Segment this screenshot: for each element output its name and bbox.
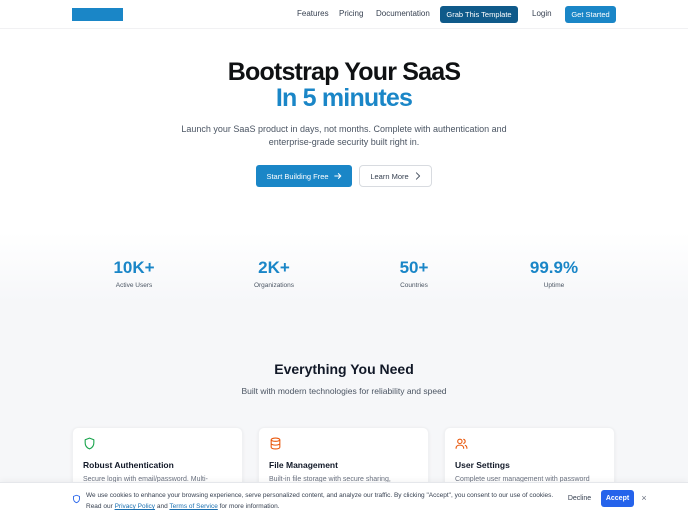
- nav-link-pricing[interactable]: Pricing: [339, 9, 363, 18]
- stat-uptime: 99.9% Uptime: [494, 258, 614, 289]
- start-building-button[interactable]: Start Building Free: [256, 165, 352, 187]
- feature-card-title: User Settings: [455, 460, 510, 470]
- get-started-button[interactable]: Get Started: [565, 6, 616, 23]
- hero-title: Bootstrap Your SaaS: [227, 58, 461, 86]
- cookie-and: and: [156, 503, 168, 510]
- features-title: Everything You Need: [274, 361, 414, 377]
- stat-organizations: 2K+ Organizations: [214, 258, 334, 289]
- nav-link-features[interactable]: Features: [297, 9, 329, 18]
- stat-label: Countries: [400, 282, 428, 289]
- shield-icon: [73, 494, 80, 504]
- stat-value: 50+: [399, 258, 429, 277]
- cookie-message: We use cookies to enhance your browsing …: [86, 490, 556, 512]
- hero-subtitle: Launch your SaaS product in days, not mo…: [181, 124, 507, 147]
- stat-value: 2K+: [258, 258, 290, 277]
- start-building-label: Start Building Free: [266, 171, 329, 181]
- arrow-right-icon: [333, 173, 341, 179]
- cookie-message-line2: Read our Privacy Policy and Terms of Ser…: [86, 501, 556, 512]
- accept-button[interactable]: Accept: [601, 490, 634, 507]
- top-navbar: Features Pricing Documentation Grab This…: [0, 0, 688, 29]
- feature-card-title: File Management: [269, 460, 338, 470]
- database-icon: [270, 437, 281, 450]
- terms-of-service-link[interactable]: Terms of Service: [169, 503, 217, 510]
- stat-value: 10K+: [113, 258, 155, 277]
- chevron-right-icon: [415, 172, 420, 180]
- grab-template-button[interactable]: Grab This Template: [440, 6, 518, 23]
- stat-value: 99.9%: [529, 258, 579, 277]
- cookie-read-our: Read our: [86, 503, 113, 510]
- cookie-message-line1: We use cookies to enhance your browsing …: [86, 492, 554, 499]
- hero-title-highlight: In 5 minutes: [275, 84, 413, 112]
- decline-button[interactable]: Decline: [562, 490, 597, 507]
- brand-logo[interactable]: [72, 8, 123, 21]
- stat-countries: 50+ Countries: [354, 258, 474, 289]
- login-link[interactable]: Login: [532, 9, 552, 18]
- features-subtitle: Built with modern technologies for relia…: [241, 386, 447, 396]
- privacy-policy-link[interactable]: Privacy Policy: [115, 503, 155, 510]
- close-icon[interactable]: ×: [639, 492, 649, 504]
- users-icon: [455, 438, 468, 449]
- cookie-tail: for more information.: [219, 503, 280, 510]
- learn-more-label: Learn More: [370, 171, 409, 181]
- feature-card-title: Robust Authentication: [83, 460, 174, 470]
- stat-label: Organizations: [253, 282, 295, 289]
- stat-label: Uptime: [543, 282, 565, 289]
- stat-label: Active Users: [115, 282, 153, 289]
- stat-active-users: 10K+ Active Users: [74, 258, 194, 289]
- nav-link-documentation[interactable]: Documentation: [376, 9, 430, 18]
- learn-more-button[interactable]: Learn More: [359, 165, 432, 187]
- shield-icon: [84, 437, 95, 450]
